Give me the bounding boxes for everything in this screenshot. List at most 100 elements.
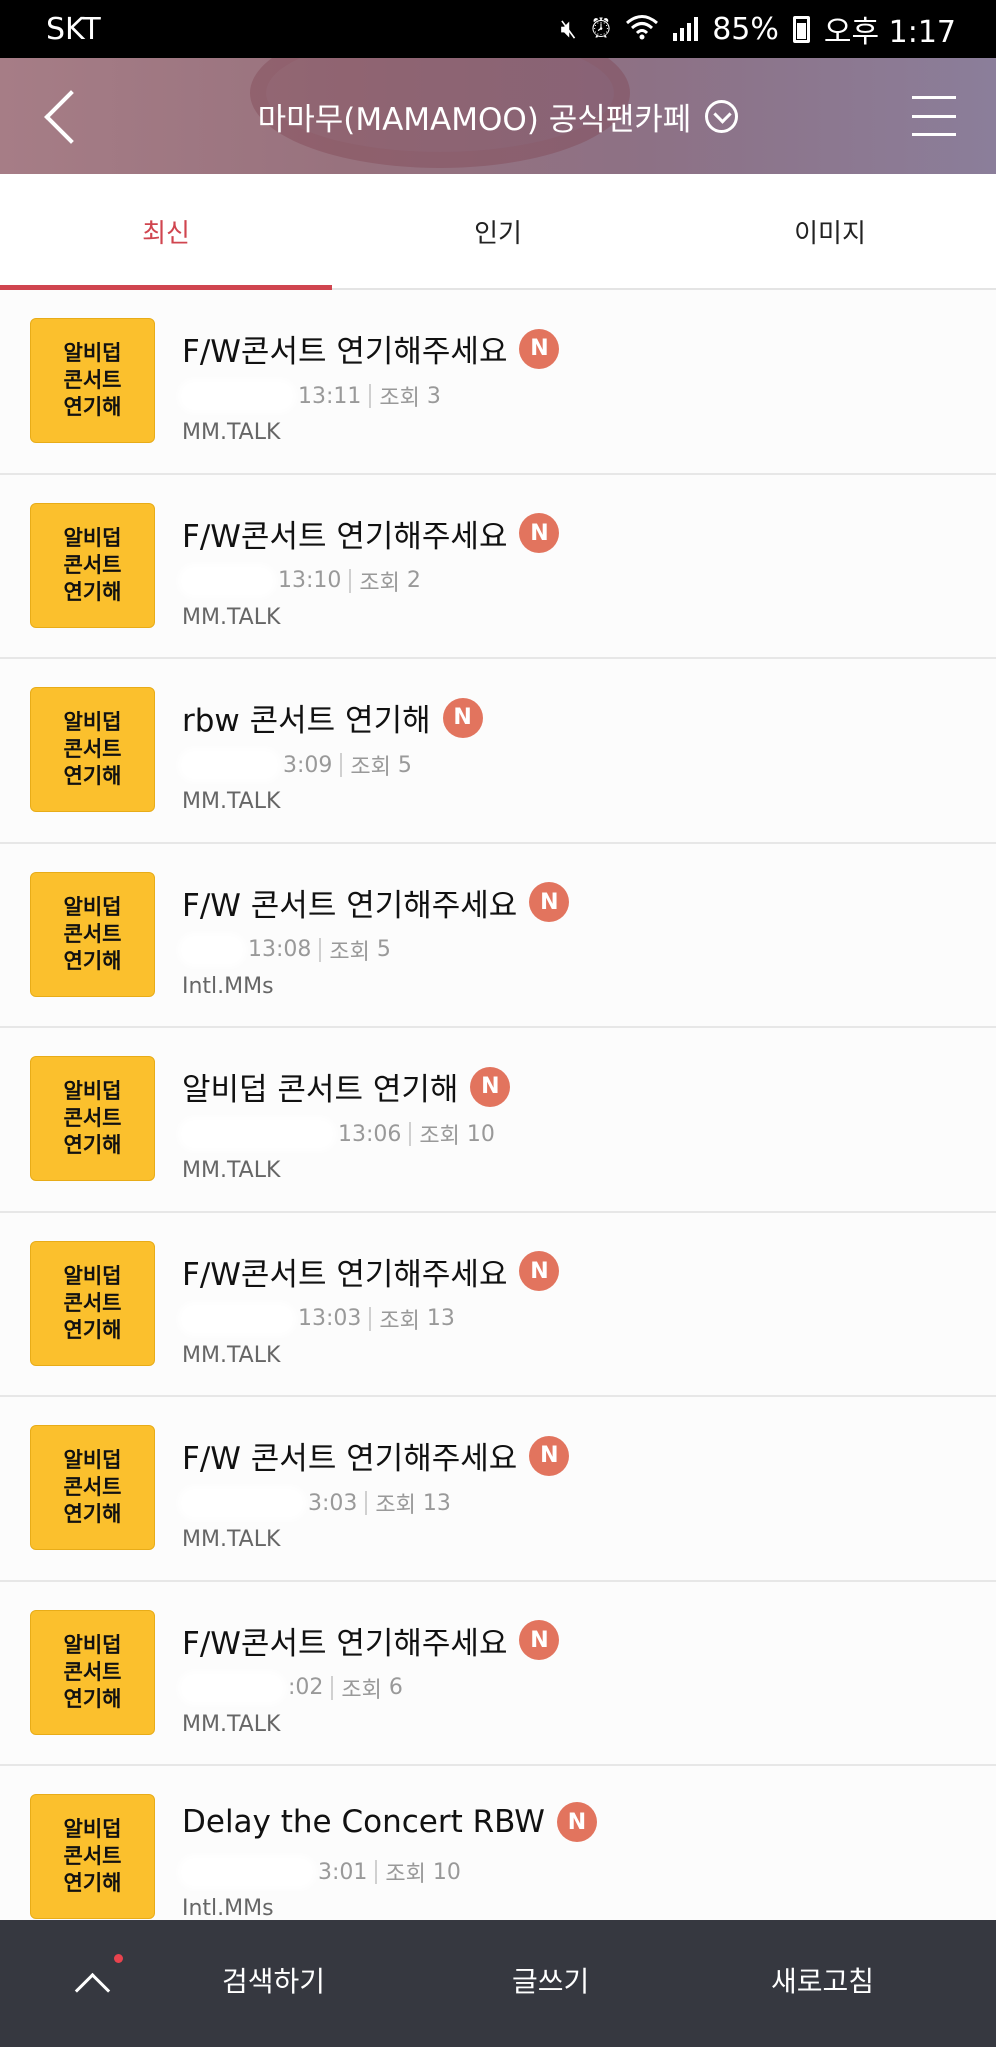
write-button[interactable]: 글쓰기 — [512, 1960, 589, 2000]
meta-divider — [369, 1306, 372, 1331]
thumbnail-line: 콘서트 — [63, 921, 122, 946]
chevron-down-icon — [705, 99, 739, 133]
thumbnail-line: 연기해 — [63, 948, 122, 973]
post-item[interactable]: 알비덥 콘서트 연기해 rbw 콘서트 연기해 N 3:09 조회 5 MM.TALK — [0, 659, 996, 844]
post-thumbnail: 알비덥 콘서트 연기해 — [30, 687, 155, 812]
scroll-top-button[interactable] — [68, 1958, 118, 2008]
post-board: MM.TALK — [182, 1158, 281, 1183]
post-title-text: F/W콘서트 연기해주세요 — [182, 1256, 508, 1293]
new-badge: N — [519, 1251, 560, 1291]
signal-icon — [673, 17, 699, 41]
post-meta: 13:10 조회 2 — [182, 565, 421, 597]
tab-latest[interactable]: 최신 — [0, 174, 332, 290]
thumbnail-line: 알비덥 — [63, 1632, 122, 1657]
hamburger-icon — [912, 96, 956, 99]
post-item[interactable]: 알비덥 콘서트 연기해 F/W콘서트 연기해주세요 N 13:10 조회 2 MM.TALK — [0, 474, 996, 659]
redacted-author — [182, 383, 292, 409]
view-count: 13 — [422, 1490, 451, 1516]
post-item[interactable]: 알비덥 콘서트 연기해 F/W콘서트 연기해주세요 N:02 조회 6 MM.TALK — [0, 1581, 996, 1766]
thumbnail-line: 알비덥 — [63, 1817, 122, 1841]
back-button[interactable] — [38, 88, 88, 144]
post-title-text: F/W콘서트 연기해주세요 — [182, 334, 508, 370]
new-badge: N — [519, 328, 560, 369]
battery-icon — [792, 15, 810, 43]
post-title-text: rbw 콘서트 연기해 — [182, 703, 431, 739]
post-thumbnail: 알비덥 콘서트 연기해 — [30, 1240, 155, 1366]
new-badge: N — [519, 513, 560, 553]
post-title-text: 알비덥 콘서트 연기해 — [182, 1072, 459, 1108]
post-board: Intl.MMs — [182, 973, 274, 999]
bottom-toolbar: 검색하기 글쓰기 새로고침 — [0, 1920, 996, 2047]
views-label: 조회 — [341, 1677, 382, 1703]
tab-bar: 최신 인기 이미지 — [0, 174, 996, 290]
clock: 오후 1:17 — [823, 15, 956, 50]
new-badge: N — [529, 882, 570, 922]
thumbnail-line: 콘서트 — [63, 1106, 122, 1130]
new-badge: N — [556, 1802, 597, 1842]
thumbnail-line: 연기해 — [63, 579, 122, 604]
status-icons: 🔇︎ ⏰︎ 85% 오후 1:17 — [561, 7, 956, 51]
redacted-author — [182, 1674, 282, 1701]
post-title-text: F/W 콘서트 연기해주세요 — [182, 887, 518, 924]
thumbnail-line: 알비덥 — [63, 894, 122, 919]
thumbnail-line: 알비덥 — [63, 710, 122, 734]
thumbnail-line: 연기해 — [63, 395, 122, 419]
post-item[interactable]: 알비덥 콘서트 연기해 F/W 콘서트 연기해주세요 N 13:08 조회 5 Intl.MM… — [0, 843, 996, 1028]
post-meta: 13:08 조회 5 — [182, 934, 391, 966]
redacted-author — [182, 567, 272, 594]
redacted-author — [182, 936, 242, 963]
thumbnail-line: 콘서트 — [63, 368, 122, 392]
meta-divider — [365, 1491, 368, 1515]
thumbnail-line: 알비덥 — [63, 525, 122, 550]
cafe-header: 마마무(MAMAMOO) 공식팬카페 — [0, 58, 996, 174]
thumbnail-line: 콘서트 — [63, 1290, 122, 1315]
post-title-text: Delay the Concert RBW — [182, 1804, 545, 1840]
redacted-author — [182, 1305, 292, 1332]
meta-divider — [349, 568, 352, 593]
views-label: 조회 — [329, 939, 370, 965]
post-item[interactable]: 알비덥 콘서트 연기해 알비덥 콘서트 연기해 N 13:06 조회 10 MM.TALK — [0, 1028, 996, 1213]
post-title: F/W 콘서트 연기해주세요 N — [182, 1433, 570, 1478]
post-time: :02 — [288, 1675, 324, 1700]
alarm-icon: ⏰︎ — [590, 14, 612, 44]
redacted-author — [182, 1859, 312, 1885]
views-label: 조회 — [379, 386, 420, 411]
thumbnail-line: 연기해 — [63, 1502, 122, 1526]
thumbnail-line: 콘서트 — [63, 1844, 122, 1868]
views-label: 조회 — [375, 1493, 416, 1518]
tab-popular[interactable]: 인기 — [332, 174, 664, 288]
thumbnail-line: 연기해 — [63, 1871, 122, 1895]
refresh-button[interactable]: 새로고침 — [771, 1960, 874, 2000]
thumbnail-line: 콘서트 — [63, 1475, 122, 1499]
post-board: Intl.MMs — [182, 1896, 274, 1921]
post-board: MM.TALK — [182, 420, 281, 445]
thumbnail-line: 알비덥 — [63, 1263, 122, 1288]
mute-icon: 🔇︎ — [560, 14, 577, 44]
redacted-author — [182, 752, 277, 778]
post-title: F/W콘서트 연기해주세요 N — [182, 326, 560, 371]
post-title: 알비덥 콘서트 연기해 N — [182, 1064, 511, 1109]
post-item[interactable]: 알비덥 콘서트 연기해 F/W 콘서트 연기해주세요 N 3:03 조회 13 MM.TALK — [0, 1397, 996, 1582]
post-title-text: F/W 콘서트 연기해주세요 — [182, 1441, 518, 1477]
thumbnail-line: 콘서트 — [63, 552, 122, 577]
hamburger-line — [912, 114, 956, 118]
post-time: 13:03 — [298, 1306, 362, 1331]
menu-button[interactable] — [912, 96, 956, 136]
post-meta: 13:06 조회 10 — [182, 1118, 495, 1150]
views-label: 조회 — [379, 1308, 420, 1334]
redacted-author — [182, 1490, 302, 1516]
views-label: 조회 — [419, 1124, 460, 1149]
post-thumbnail: 알비덥 콘서트 연기해 — [30, 1425, 155, 1550]
views-label: 조회 — [359, 570, 400, 596]
post-item[interactable]: 알비덥 콘서트 연기해 F/W콘서트 연기해주세요 N 13:11 조회 3 MM.TALK — [0, 290, 996, 475]
cafe-title-button[interactable]: 마마무(MAMAMOO) 공식팬카페 — [258, 94, 739, 139]
meta-divider — [340, 753, 343, 777]
post-thumbnail: 알비덥 콘서트 연기해 — [30, 502, 155, 628]
post-item[interactable]: 알비덥 콘서트 연기해 F/W콘서트 연기해주세요 N 13:03 조회 13 MM.TALK — [0, 1212, 996, 1397]
app-screen: SKT 🔇︎ ⏰︎ 85% 오후 1:17 마마무(MAMAMOO) 공식팬카페… — [0, 0, 996, 2047]
new-badge: N — [442, 697, 483, 738]
search-button[interactable]: 검색하기 — [222, 1960, 325, 2000]
carrier-label: SKT — [46, 11, 101, 47]
tab-images[interactable]: 이미지 — [664, 174, 996, 288]
meta-divider — [409, 1122, 412, 1146]
